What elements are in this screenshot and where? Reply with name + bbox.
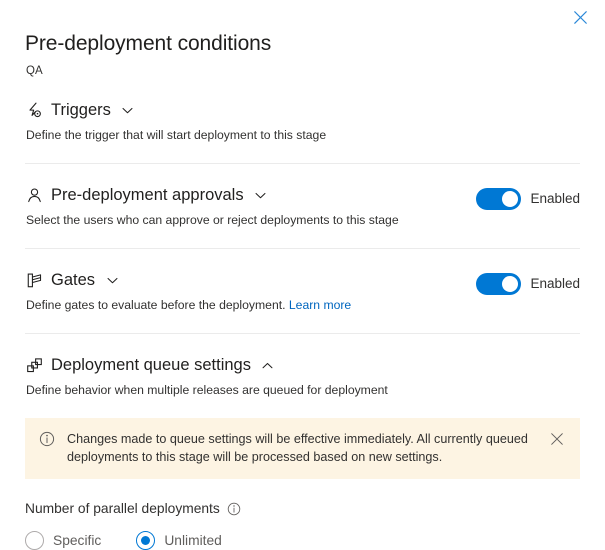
queue-stack-icon <box>25 356 43 374</box>
section-gates-description: Define gates to evaluate before the depl… <box>26 297 580 314</box>
section-queue-settings-description: Define behavior when multiple releases a… <box>26 382 580 399</box>
gate-icon <box>25 271 43 289</box>
parallel-deployments-label-row: Number of parallel deployments <box>25 499 580 518</box>
section-queue-settings-header[interactable]: Deployment queue settings <box>25 354 580 376</box>
parallel-deployments-field: Number of parallel deployments Specific … <box>0 479 605 550</box>
info-circle-icon[interactable] <box>227 502 241 516</box>
section-triggers-header[interactable]: Triggers <box>25 99 580 121</box>
trigger-bolt-icon <box>25 101 43 119</box>
section-triggers-description: Define the trigger that will start deplo… <box>26 127 580 144</box>
radio-option-specific-label: Specific <box>53 531 101 550</box>
section-gates-description-text: Define gates to evaluate before the depl… <box>26 298 286 312</box>
chevron-up-icon[interactable] <box>261 358 275 372</box>
chevron-down-icon[interactable] <box>254 188 268 202</box>
parallel-deployments-radio-group: Specific Unlimited <box>25 531 580 550</box>
page-title: Pre-deployment conditions <box>25 30 580 58</box>
chevron-down-icon[interactable] <box>105 273 119 287</box>
approvals-toggle[interactable] <box>476 188 521 210</box>
radio-indicator <box>136 531 155 550</box>
radio-option-unlimited[interactable]: Unlimited <box>136 531 222 550</box>
panel-header: Pre-deployment conditions QA <box>0 0 605 79</box>
panel-close-button[interactable] <box>567 4 593 30</box>
parallel-deployments-label: Number of parallel deployments <box>25 499 220 518</box>
info-bar-close-button[interactable] <box>550 431 566 447</box>
toggle-knob <box>502 191 518 207</box>
info-bar-text: Changes made to queue settings will be e… <box>67 430 550 466</box>
toggle-knob <box>502 276 518 292</box>
approvals-toggle-group: Enabled <box>476 188 580 210</box>
chevron-down-icon[interactable] <box>121 103 135 117</box>
stage-name-subtitle: QA <box>26 63 580 79</box>
section-gates-title: Gates <box>51 269 95 291</box>
gates-toggle-group: Enabled <box>476 273 580 295</box>
radio-option-specific[interactable]: Specific <box>25 531 101 550</box>
section-queue-settings: Deployment queue settings Define behavio… <box>0 333 605 418</box>
section-triggers-title: Triggers <box>51 99 111 121</box>
queue-settings-info-bar: Changes made to queue settings will be e… <box>25 418 580 479</box>
section-approvals-description: Select the users who can approve or reje… <box>26 212 580 229</box>
close-icon <box>573 10 588 25</box>
gates-learn-more-link[interactable]: Learn more <box>289 298 351 312</box>
radio-option-unlimited-label: Unlimited <box>164 531 222 550</box>
radio-indicator <box>25 531 44 550</box>
approvals-toggle-label: Enabled <box>530 190 580 208</box>
section-queue-settings-title: Deployment queue settings <box>51 354 251 376</box>
section-approvals: Pre-deployment approvals Select the user… <box>0 163 605 248</box>
section-approvals-title: Pre-deployment approvals <box>51 184 244 206</box>
gates-toggle[interactable] <box>476 273 521 295</box>
section-triggers: Triggers Define the trigger that will st… <box>0 79 605 163</box>
gates-toggle-label: Enabled <box>530 275 580 293</box>
person-icon <box>25 186 43 204</box>
section-gates: Gates Define gates to evaluate before th… <box>0 248 605 333</box>
info-circle-icon <box>39 431 55 447</box>
